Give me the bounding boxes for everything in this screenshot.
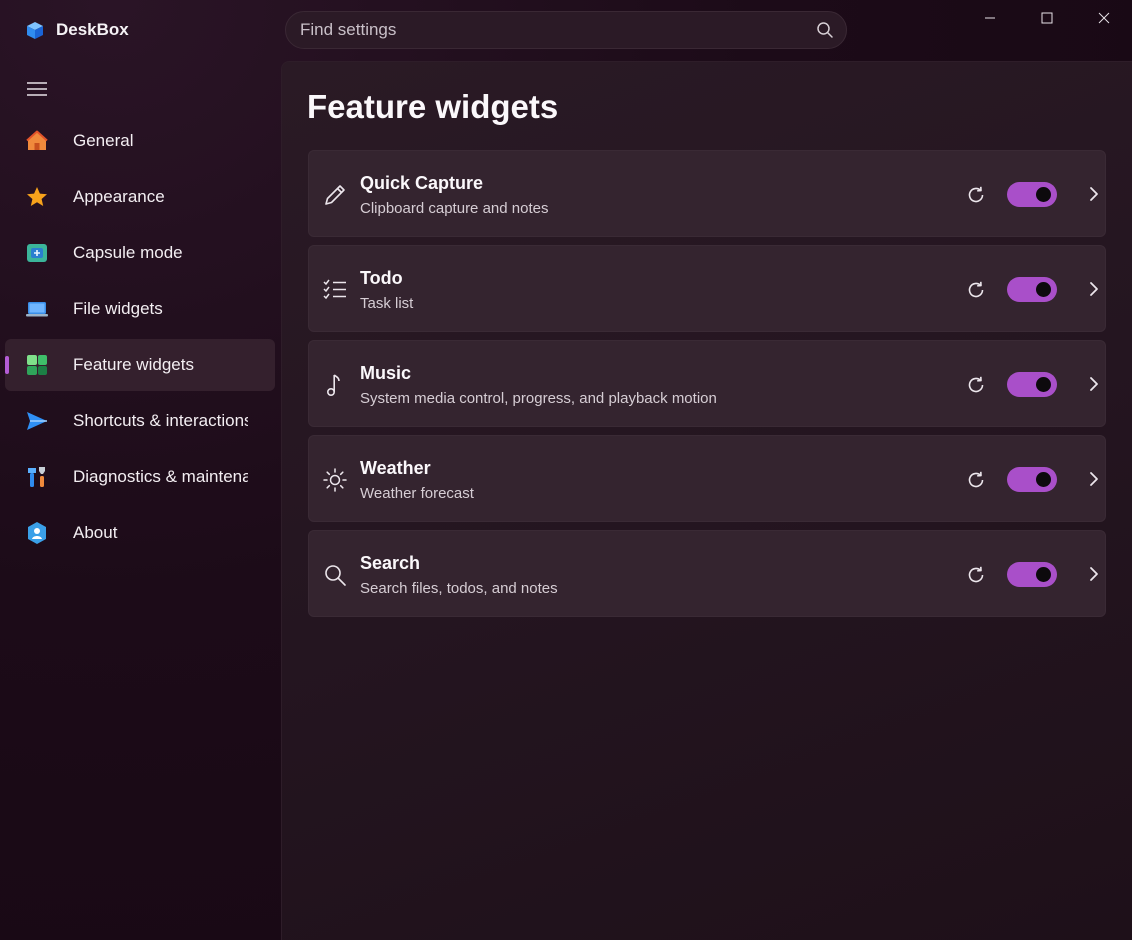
search-icon[interactable] — [816, 21, 834, 39]
widget-toggle[interactable] — [1007, 372, 1057, 397]
chevron-right-icon[interactable] — [1087, 565, 1101, 583]
chevron-right-icon[interactable] — [1087, 375, 1101, 393]
widgets-icon — [24, 352, 50, 378]
tools-icon — [24, 464, 50, 490]
toggle-knob — [1036, 377, 1051, 392]
reset-icon[interactable] — [965, 184, 987, 206]
widget-title: Todo — [360, 268, 403, 288]
widget-title: Quick Capture — [360, 173, 484, 193]
widget-subtitle: Search files, todos, and notes — [360, 580, 558, 597]
widget-card-music[interactable]: Music System media control, progress, an… — [308, 340, 1106, 427]
content-pane: Feature widgets Quick Capture Clipboard … — [281, 61, 1132, 940]
widget-card-weather[interactable]: Weather Weather forecast — [308, 435, 1106, 522]
bot-icon — [24, 520, 50, 546]
sidebar-item-shortcuts[interactable]: Shortcuts & interactions — [5, 395, 275, 447]
chevron-right-icon[interactable] — [1087, 185, 1101, 203]
minimize-button[interactable] — [961, 0, 1018, 36]
widget-toggle[interactable] — [1007, 277, 1057, 302]
sidebar-item-label: About — [73, 523, 118, 542]
chevron-right-icon[interactable] — [1087, 470, 1101, 488]
music-note-icon — [322, 372, 348, 398]
search-icon — [322, 562, 348, 588]
widget-title: Search — [360, 553, 421, 573]
pencil-icon — [322, 182, 348, 208]
sidebar-item-general[interactable]: General — [5, 115, 275, 167]
widget-title: Music — [360, 363, 412, 383]
minimize-icon — [984, 17, 995, 19]
sidebar-item-label: Capsule mode — [73, 243, 183, 262]
send-icon — [24, 408, 50, 434]
close-icon — [1098, 12, 1109, 24]
toggle-knob — [1036, 187, 1051, 202]
widget-subtitle: System media control, progress, and play… — [360, 390, 717, 407]
hamburger-menu-icon[interactable] — [26, 80, 48, 98]
sidebar-item-feature-widgets[interactable]: Feature widgets — [5, 339, 275, 391]
reset-icon[interactable] — [965, 469, 987, 491]
sidebar-item-label: Feature widgets — [73, 355, 194, 374]
maximize-icon — [1041, 12, 1052, 24]
laptop-icon — [24, 296, 50, 322]
capsule-icon — [24, 240, 50, 266]
sidebar-item-appearance[interactable]: Appearance — [5, 171, 275, 223]
sidebar-item-label: Shortcuts & interactions — [73, 411, 248, 430]
app-brand: DeskBox — [24, 19, 129, 41]
reset-icon[interactable] — [965, 564, 987, 586]
sidebar-item-label: Diagnostics & maintenance — [73, 467, 248, 486]
sidebar-item-diagnostics[interactable]: Diagnostics & maintenance — [5, 451, 275, 503]
widget-subtitle: Clipboard capture and notes — [360, 200, 549, 217]
sidebar-item-label: Appearance — [73, 187, 165, 206]
toggle-knob — [1036, 567, 1051, 582]
sun-icon — [322, 467, 348, 493]
checklist-icon — [322, 277, 348, 303]
sidebar-nav: General Appearance Capsule mode File wid… — [5, 115, 275, 563]
widget-card-quick-capture[interactable]: Quick Capture Clipboard capture and note… — [308, 150, 1106, 237]
widget-card-search[interactable]: Search Search files, todos, and notes — [308, 530, 1106, 617]
sidebar-item-about[interactable]: About — [5, 507, 275, 559]
sidebar-item-label: File widgets — [73, 299, 163, 318]
close-button[interactable] — [1075, 0, 1132, 36]
widget-title: Weather — [360, 458, 431, 478]
toggle-knob — [1036, 472, 1051, 487]
deskbox-logo-icon — [27, 22, 43, 39]
chevron-right-icon[interactable] — [1087, 280, 1101, 298]
search-input[interactable] — [298, 19, 816, 41]
page-title: Feature widgets — [307, 88, 559, 125]
widget-toggle[interactable] — [1007, 562, 1057, 587]
search-box[interactable] — [285, 11, 847, 49]
app-title: DeskBox — [56, 20, 129, 39]
widget-toggle[interactable] — [1007, 182, 1057, 207]
widget-toggle[interactable] — [1007, 467, 1057, 492]
reset-icon[interactable] — [965, 374, 987, 396]
widget-card-todo[interactable]: Todo Task list — [308, 245, 1106, 332]
sidebar-item-label: General — [73, 131, 134, 150]
toggle-knob — [1036, 282, 1051, 297]
star-icon — [24, 184, 50, 210]
widget-subtitle: Task list — [360, 295, 414, 312]
sidebar-item-capsule-mode[interactable]: Capsule mode — [5, 227, 275, 279]
widget-subtitle: Weather forecast — [360, 485, 474, 502]
window-controls — [961, 0, 1132, 36]
reset-icon[interactable] — [965, 279, 987, 301]
sidebar-item-file-widgets[interactable]: File widgets — [5, 283, 275, 335]
maximize-button[interactable] — [1018, 0, 1075, 36]
widget-list: Quick Capture Clipboard capture and note… — [308, 150, 1106, 625]
home-icon — [24, 128, 50, 154]
settings-window: DeskBox General — [0, 0, 1132, 940]
